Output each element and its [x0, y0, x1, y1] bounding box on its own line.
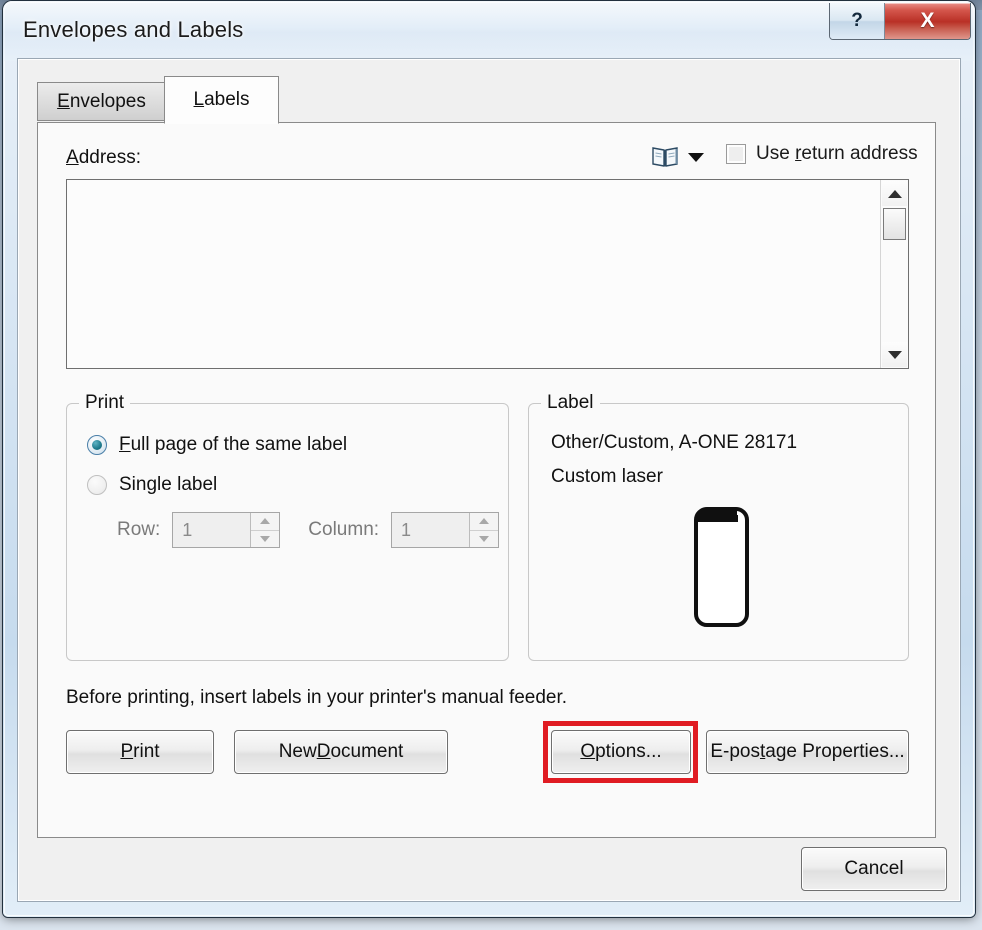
label-group: Label Other/Custom, A-ONE 28171 Custom l…	[528, 392, 909, 661]
radio-single-pre: Sin	[119, 474, 147, 495]
use-return-address-pre: Use	[756, 143, 796, 164]
column-stepper-arrows	[469, 513, 499, 547]
radio-full-page-indicator[interactable]	[87, 435, 107, 455]
scrollbar-thumb[interactable]	[883, 208, 906, 240]
print-group: Print Full page of the same label Single…	[66, 392, 509, 661]
options-button-label: ptions...	[595, 741, 662, 762]
label-vendor-product: Other/Custom, A-ONE 28171	[551, 432, 798, 453]
help-icon-button[interactable]: ?	[830, 3, 885, 39]
label-group-title: Label	[541, 392, 600, 414]
triangle-down-icon	[479, 535, 490, 542]
print-group-title: Print	[79, 392, 131, 414]
triangle-up-icon	[479, 518, 490, 525]
epostage-post: age Properties...	[765, 741, 905, 762]
label-type: Custom laser	[551, 466, 663, 487]
radio-full-page-label: Full page of the same label	[119, 434, 347, 456]
e-postage-properties-button[interactable]: E-pos t age Properties...	[706, 730, 909, 774]
address-scrollbar[interactable]	[880, 180, 908, 368]
triangle-down-icon	[887, 350, 902, 359]
options-button-accel: O	[580, 741, 596, 762]
row-stepper[interactable]: 1	[172, 512, 281, 548]
cancel-button[interactable]: Cancel	[801, 847, 947, 891]
close-icon-button[interactable]: X	[885, 3, 970, 39]
print-button-accel: P	[120, 741, 134, 762]
tab-envelopes-label: nvelopes	[69, 91, 146, 112]
radio-single-label[interactable]: Single label	[87, 474, 217, 496]
use-return-address-checkbox-row[interactable]: Use return address	[726, 143, 918, 165]
triangle-up-icon	[260, 518, 271, 525]
caption-button-group: ? X	[829, 3, 971, 40]
use-return-address-checkbox[interactable]	[726, 144, 746, 164]
print-button[interactable]: Print	[66, 730, 214, 774]
address-label-accel: A	[66, 147, 79, 168]
new-document-post: ocument	[330, 741, 404, 762]
row-stepper-value[interactable]: 1	[173, 513, 250, 547]
tab-envelopes[interactable]: Envelopes	[37, 82, 166, 121]
address-book-icon[interactable]	[651, 145, 679, 169]
column-stepper-decrement-icon[interactable]	[470, 530, 499, 547]
address-label: Address:	[66, 147, 141, 169]
new-document-accel: D	[316, 741, 331, 762]
column-stepper-increment-icon[interactable]	[470, 513, 499, 531]
dialog-body: Envelopes Labels Address: Use return add…	[17, 58, 961, 902]
column-stepper-value[interactable]: 1	[392, 513, 469, 547]
use-return-address-label: Use return address	[756, 143, 918, 165]
radio-single-label-label: Single label	[119, 474, 217, 496]
labels-tab-page: Address: Use return address Print Full p…	[37, 122, 936, 838]
use-return-address-post: eturn address	[801, 143, 918, 164]
tab-labels-label: abels	[204, 89, 250, 110]
tab-labels-accel: L	[193, 89, 205, 110]
epostage-pre: E-pos	[710, 741, 760, 762]
options-button[interactable]: Options...	[551, 730, 691, 774]
address-input[interactable]	[66, 179, 909, 369]
envelopes-and-labels-dialog: Envelopes and Labels ? X Envelopes Label…	[3, 1, 975, 917]
printer-feeder-note: Before printing, insert labels in your p…	[66, 687, 568, 708]
triangle-up-icon	[887, 189, 902, 198]
row-stepper-decrement-icon[interactable]	[251, 530, 280, 547]
tab-labels[interactable]: Labels	[164, 76, 279, 124]
scroll-up-icon[interactable]	[882, 181, 907, 206]
scroll-down-icon[interactable]	[882, 342, 907, 367]
label-preview-icon	[693, 506, 750, 628]
radio-full-page-text: ull page of the same label	[130, 434, 348, 455]
title-bar: Envelopes and Labels ? X	[3, 1, 975, 61]
row-label: Row:	[117, 519, 161, 540]
radio-single-accel: g	[146, 474, 158, 495]
row-stepper-increment-icon[interactable]	[251, 513, 280, 531]
radio-full-page-accel: F	[119, 434, 131, 455]
tab-envelopes-accel: E	[57, 91, 70, 112]
chevron-down-icon[interactable]	[688, 153, 704, 162]
triangle-down-icon	[260, 535, 271, 542]
new-document-button[interactable]: New Document	[234, 730, 448, 774]
radio-single-label-indicator[interactable]	[87, 475, 107, 495]
radio-full-page-of-same-label[interactable]: Full page of the same label	[87, 434, 347, 456]
row-stepper-arrows	[250, 513, 280, 547]
print-button-label: rint	[133, 741, 160, 762]
radio-single-post: le label	[157, 474, 218, 495]
address-label-rest: ddress:	[78, 147, 141, 168]
new-document-pre: New	[278, 741, 317, 762]
column-stepper[interactable]: 1	[391, 512, 500, 548]
row-column-spinner-row: Row: 1 Column: 1	[117, 512, 500, 548]
column-label: Column:	[308, 519, 380, 540]
window-title: Envelopes and Labels	[23, 17, 244, 42]
